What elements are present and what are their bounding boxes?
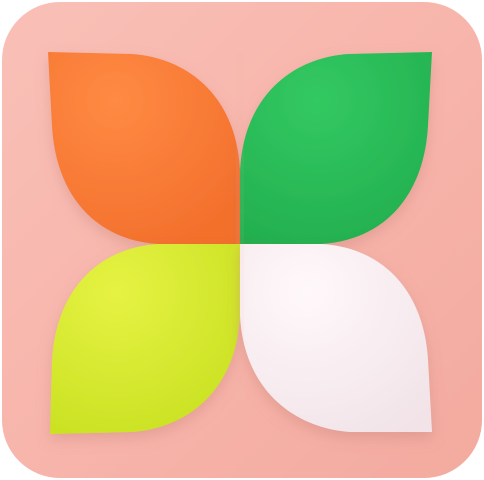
center-gap-horizontal [236, 52, 244, 436]
app-icon[interactable] [0, 0, 484, 480]
flower-logo-icon [2, 2, 482, 478]
